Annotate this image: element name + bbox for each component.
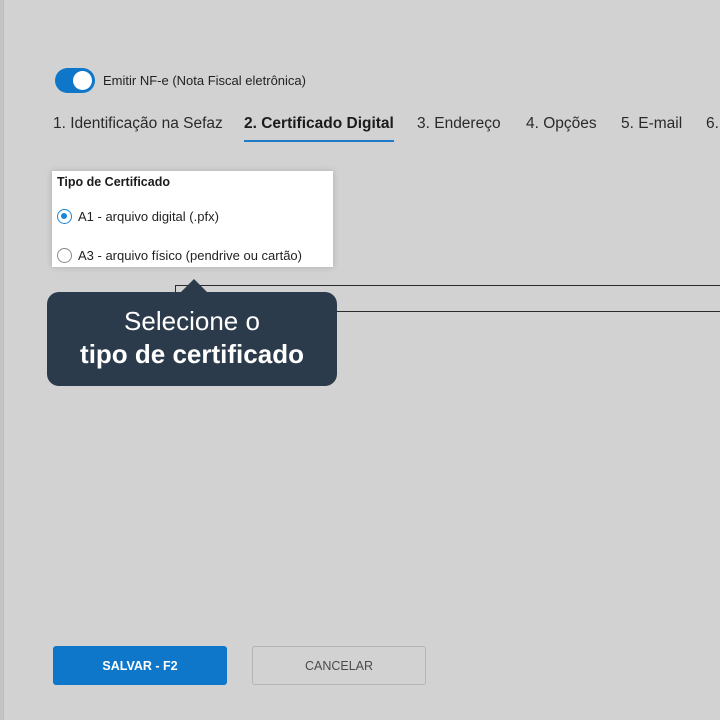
radio-option-a1[interactable]: A1 - arquivo digital (.pfx) xyxy=(57,209,219,224)
tooltip-line-2: tipo de certificado xyxy=(80,339,304,369)
radio-a1-icon[interactable] xyxy=(57,209,72,224)
tab-email[interactable]: 5. E-mail xyxy=(621,113,682,140)
tooltip-arrow xyxy=(180,279,208,293)
tab-certificado-digital[interactable]: 2. Certificado Digital xyxy=(244,113,394,142)
certificate-type-title: Tipo de Certificado xyxy=(57,175,170,189)
radio-option-a3[interactable]: A3 - arquivo físico (pendrive ou cartão) xyxy=(57,248,302,263)
save-button[interactable]: SALVAR - F2 xyxy=(53,646,227,685)
tooltip-line-1: Selecione o xyxy=(124,306,260,336)
nfe-toggle-label[interactable]: Emitir NF-e (Nota Fiscal eletrônica) xyxy=(103,73,306,88)
nfe-toggle-switch[interactable] xyxy=(55,68,95,93)
hint-tooltip: Selecione o tipo de certificado xyxy=(47,292,337,386)
tab-endereco[interactable]: 3. Endereço xyxy=(417,113,501,140)
field-border-top xyxy=(175,285,720,286)
toggle-knob xyxy=(73,71,92,90)
cancel-button[interactable]: CANCELAR xyxy=(252,646,426,685)
radio-a1-label[interactable]: A1 - arquivo digital (.pfx) xyxy=(78,209,219,224)
radio-a3-label[interactable]: A3 - arquivo físico (pendrive ou cartão) xyxy=(78,248,302,263)
tab-opcoes[interactable]: 4. Opções xyxy=(526,113,597,140)
radio-a3-icon[interactable] xyxy=(57,248,72,263)
nfe-toggle-row: Emitir NF-e (Nota Fiscal eletrônica) xyxy=(55,67,306,94)
window-left-edge xyxy=(0,0,4,720)
tab-identificacao[interactable]: 1. Identificação na Sefaz xyxy=(53,113,223,140)
tab-6[interactable]: 6. xyxy=(706,113,719,140)
